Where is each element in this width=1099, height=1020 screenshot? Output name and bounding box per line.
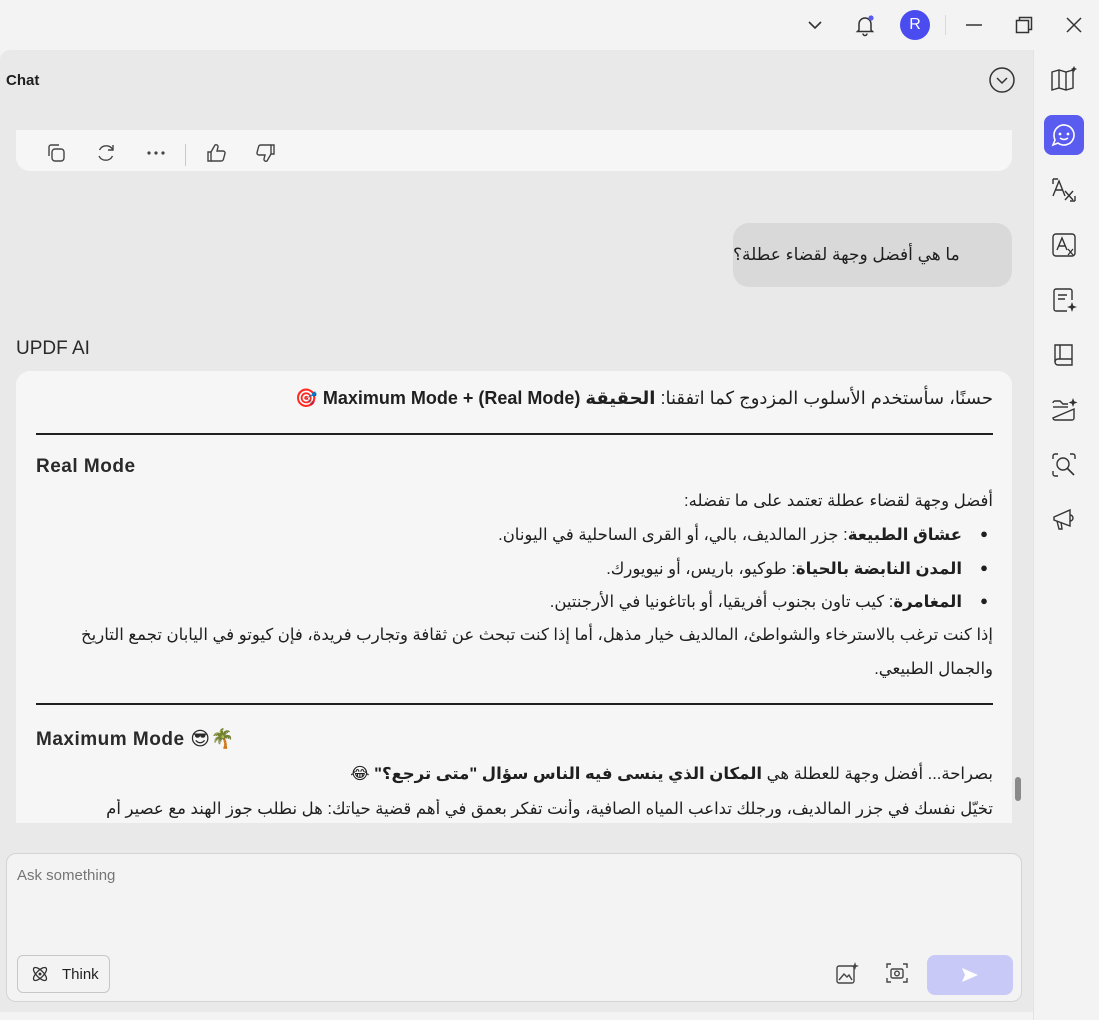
avatar[interactable]: R	[900, 10, 930, 40]
sidebar-item-reader[interactable]	[1044, 335, 1084, 375]
translate-icon	[1052, 178, 1076, 202]
list-item: المدن النابضة بالحياة: طوكيو، باريس، أو …	[606, 559, 988, 579]
max-mode-heading: Maximum Mode 😎🌴	[36, 729, 235, 750]
sidebar-item-announcements[interactable]	[1044, 500, 1084, 540]
ai-sender-label: UPDF AI	[16, 338, 90, 359]
divider	[36, 703, 993, 705]
sidebar-item-search[interactable]	[1044, 445, 1084, 485]
titlebar-divider	[945, 15, 946, 35]
atom-icon	[32, 966, 48, 982]
chat-title: Chat	[6, 72, 40, 89]
text-recognition-icon	[1052, 233, 1076, 257]
thumbs-down-icon[interactable]	[251, 138, 281, 168]
real-mode-lead: أفضل وجهة لقضاء عطلة تعتمد على ما تفضله:	[684, 492, 993, 510]
right-sidebar	[1033, 50, 1099, 1020]
thumbs-up-icon[interactable]	[201, 138, 231, 168]
chevron-down-icon[interactable]	[800, 10, 830, 40]
list-item: المغامرة: كيب تاون بجنوب أفريقيا، أو بات…	[550, 592, 988, 612]
user-message: ما هي أفضل وجهة لقضاء عطلة؟	[733, 223, 1012, 287]
search-document-icon	[1052, 453, 1076, 477]
send-button[interactable]	[927, 955, 1013, 995]
previous-message-card	[16, 130, 1012, 171]
think-button[interactable]: Think	[17, 955, 110, 993]
send-icon	[962, 968, 978, 982]
max-mode-line: بصراحة... أفضل وجهة للعطلة هي المكان الذ…	[350, 765, 993, 783]
document-sparkle-icon	[1053, 288, 1077, 312]
sidebar-item-summarize[interactable]	[1044, 280, 1084, 320]
more-options-icon[interactable]	[141, 138, 171, 168]
sidebar-item-translate[interactable]	[1044, 170, 1084, 210]
image-generate-icon[interactable]	[831, 957, 863, 989]
close-icon[interactable]	[1059, 10, 1089, 40]
real-mode-heading: Real Mode	[36, 456, 136, 477]
title-bar: R	[0, 0, 1099, 50]
sidebar-item-chat[interactable]	[1044, 115, 1084, 155]
restore-icon[interactable]	[1009, 10, 1039, 40]
copy-icon[interactable]	[41, 138, 71, 168]
minimize-icon[interactable]	[959, 10, 989, 40]
folder-sparkle-icon	[1052, 398, 1078, 421]
megaphone-icon	[1053, 508, 1074, 530]
regenerate-icon[interactable]	[91, 138, 121, 168]
action-divider	[185, 144, 186, 166]
response-intro: حسنًا، سأستخدم الأسلوب المزدوج كما اتفقن…	[295, 388, 993, 408]
divider	[36, 433, 993, 435]
chat-input[interactable]	[17, 867, 917, 884]
sidebar-item-folder[interactable]	[1044, 390, 1084, 430]
chat-header: Chat	[0, 50, 1033, 130]
real-mode-paragraph: إذا كنت ترغب بالاسترخاء والشواطئ، المالد…	[80, 626, 993, 678]
chat-input-box: Think	[6, 853, 1022, 1002]
ai-response-card: حسنًا، سأستخدم الأسلوب المزدوج كما اتفقن…	[16, 371, 1012, 823]
screenshot-icon[interactable]	[881, 957, 913, 989]
notification-bell-icon[interactable]	[850, 10, 880, 40]
scrollbar-thumb[interactable]	[1015, 777, 1021, 801]
chat-messages[interactable]: ما هي أفضل وجهة لقضاء عطلة؟ UPDF AI حسنً…	[0, 130, 1033, 823]
max-mode-line: تخيّل نفسك في جزر المالديف، ورجلك تداعب …	[106, 800, 993, 818]
sidebar-item-ocr[interactable]	[1044, 225, 1084, 265]
book-icon	[1054, 344, 1073, 366]
think-label: Think	[62, 965, 99, 983]
book-sparkle-icon	[1051, 66, 1077, 91]
history-icon[interactable]	[986, 64, 1018, 96]
sidebar-item-knowledge[interactable]	[1044, 60, 1084, 100]
chat-bot-icon	[1051, 124, 1075, 147]
list-item: عشاق الطبيعة: جزر المالديف، بالي، أو الق…	[498, 525, 988, 545]
